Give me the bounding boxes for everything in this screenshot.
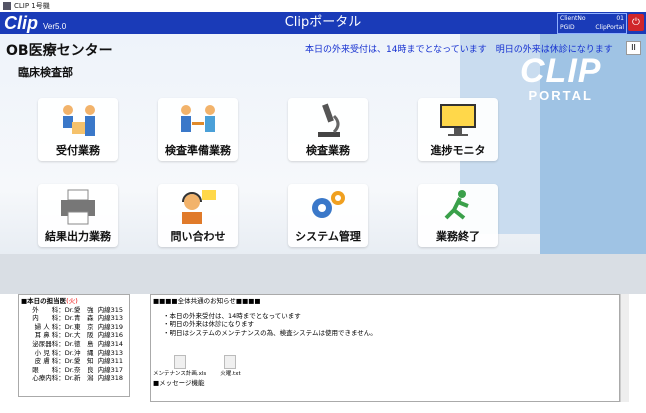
- dept-name: 心療内科: [32, 374, 59, 383]
- dept-name: 皮 膚 科: [34, 357, 59, 366]
- power-icon: ⏻: [632, 17, 640, 28]
- announcement-line: ・明日はシステムのメンテナンスの為、検査システムは使用できません。: [163, 328, 377, 337]
- microscope-icon: [318, 103, 340, 137]
- hospital-name: OB医療センター: [6, 43, 113, 59]
- pause-button[interactable]: II: [626, 41, 641, 55]
- doctor-name: ：Dr.徳 島: [58, 339, 94, 348]
- extension: 内線313: [97, 348, 123, 357]
- portal-main: CLIP PORTAL OB医療センター 臨床検査部 本日の外来受付は、14時ま…: [0, 34, 646, 294]
- doctor-name: ：Dr.沖 縄: [58, 348, 94, 357]
- exit-icon: [444, 190, 469, 220]
- doctor-name: ：Dr.愛 強: [58, 305, 94, 314]
- window-title: CLIP 1号機: [14, 2, 50, 10]
- text-file-icon: [224, 355, 237, 370]
- tile-exam[interactable]: 検査業務: [288, 98, 368, 161]
- doctor-name: ：Dr.大 阪: [58, 331, 94, 340]
- info-area: ■本日の担当医(火) 外 科：Dr.愛 強内線315 内 科：Dr.青 森内線31…: [0, 294, 646, 413]
- excel-file-icon: [173, 355, 186, 370]
- headset-icon: [182, 190, 216, 224]
- tile-progress-monitor[interactable]: 進捗モニタ: [418, 98, 498, 161]
- attachments: メンテナンス計画.xls 火曜.txt: [153, 355, 617, 379]
- tile-reception[interactable]: 受付業務: [38, 98, 118, 161]
- message-section-header: ■メッセージ機能: [153, 378, 205, 387]
- extension: 内線311: [97, 357, 123, 366]
- tile-inquiry[interactable]: 問い合わせ: [158, 184, 238, 247]
- dept-name: 外 科: [32, 305, 59, 314]
- dept-name: 耳 鼻 科: [34, 331, 59, 340]
- doctor-row: 内 科：Dr.青 森内線313: [21, 314, 127, 323]
- announcements-header: ■■■■全体共通のお知らせ■■■■: [153, 297, 261, 305]
- doctor-row: 泌尿器科 ：Dr.徳 島内線314: [21, 340, 127, 349]
- tile-exam-prep[interactable]: 検査準備業務: [158, 98, 238, 161]
- page-title: Clipポータル: [284, 15, 362, 30]
- extension: 内線316: [97, 331, 123, 340]
- attachment-xls[interactable]: メンテナンス計画.xls: [153, 355, 206, 379]
- department-name: 臨床検査部: [18, 66, 73, 79]
- app-header: Clip Ver5.0 Clipポータル ClientNo 01 PGID Clip…: [0, 12, 646, 34]
- doctor-row: 外 科：Dr.愛 強内線315: [21, 306, 127, 315]
- announcements-scrollbar[interactable]: [620, 294, 629, 402]
- power-button[interactable]: ⏻: [628, 14, 644, 31]
- doctor-row: 耳 鼻 科：Dr.大 阪内線316: [21, 331, 127, 340]
- doctor-name: ：Dr.新 潟: [58, 374, 94, 383]
- dept-name: 泌尿器科: [32, 339, 59, 348]
- announcement-line: ・本日の外来受付は、14時までとなっています: [163, 311, 301, 320]
- printer-icon: [61, 189, 95, 225]
- announcement-line: ・明日の外来は休診になります: [163, 320, 254, 329]
- gears-icon: [312, 191, 345, 218]
- notice-ticker: 本日の外来受付は、14時までとなっています 明日の外来は休診になります: [305, 45, 613, 55]
- monitor-icon: [440, 104, 476, 136]
- extension: 内線318: [97, 374, 123, 383]
- tile-result-output[interactable]: 結果出力業務: [38, 184, 118, 247]
- extension: 内線313: [97, 314, 123, 323]
- doctor-name: ：Dr.青 森: [58, 314, 94, 323]
- prep-icon: [181, 105, 215, 132]
- background-floor: [0, 254, 646, 294]
- doctor-row: 心療内科 ：Dr.新 潟内線318: [21, 374, 127, 383]
- doctors-on-duty-panel: ■本日の担当医(火) 外 科：Dr.愛 強内線315 内 科：Dr.青 森内線31…: [18, 294, 130, 397]
- doctors-title: ■本日の担当医(火): [21, 297, 78, 305]
- tile-system-admin[interactable]: システム管理: [288, 184, 368, 247]
- announcements-panel: ■■■■全体共通のお知らせ■■■■ ・本日の外来受付は、14時までとなっています…: [150, 294, 620, 402]
- clip-portal-logo: CLIP PORTAL: [520, 52, 602, 103]
- extension: 内線314: [97, 339, 123, 348]
- dept-name: 内 科: [32, 314, 59, 323]
- app-icon: [3, 2, 11, 10]
- doctor-row: 小 児 科：Dr.沖 縄内線313: [21, 349, 127, 358]
- attachment-txt[interactable]: 火曜.txt: [220, 355, 241, 379]
- tile-end-work[interactable]: 業務終了: [418, 184, 498, 247]
- doctor-row: 皮 膚 科：Dr.愛 知内線311: [21, 357, 127, 366]
- reception-icon: [63, 105, 95, 136]
- dept-name: 小 児 科: [34, 348, 59, 357]
- extension: 内線315: [97, 305, 123, 314]
- doctor-name: ：Dr.愛 知: [58, 357, 94, 366]
- client-info: ClientNo 01 PGID ClipPortal: [557, 13, 627, 34]
